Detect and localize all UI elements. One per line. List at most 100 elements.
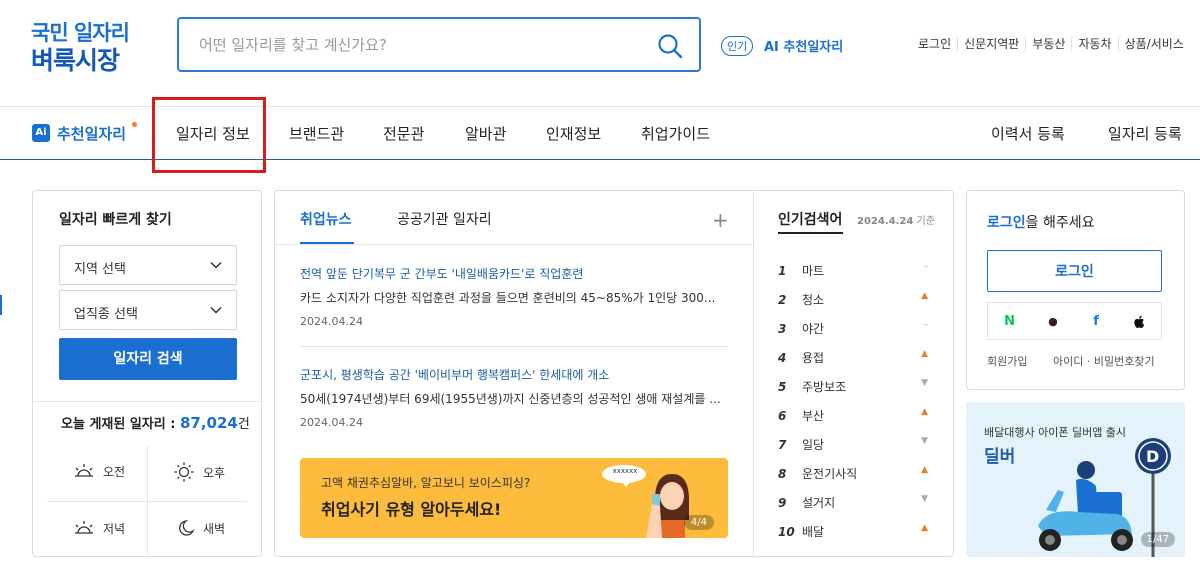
logo-line2[interactable]: 벼룩시장: [31, 41, 120, 77]
chevron-down-icon: [210, 261, 222, 269]
sunrise-icon: [75, 464, 93, 477]
popular-badge: 인기: [721, 36, 754, 56]
nav-professional[interactable]: 전문관: [383, 123, 424, 144]
news-item[interactable]: 군포시, 평생학습 공간 '베이비부머 행복캠퍼스' 한세대에 개소 50세(1…: [300, 366, 730, 429]
today-count-number: 87,024: [179, 414, 238, 432]
search-icon[interactable]: [657, 33, 683, 59]
news-headline[interactable]: 군포시, 평생학습 공간 '베이비부머 행복캠퍼스' 한세대에 개소: [300, 366, 730, 383]
ranking-term[interactable]: 운전기사직: [802, 467, 857, 481]
time-evening-label: 저녁: [103, 521, 126, 536]
ad-page-indicator[interactable]: 1/47: [1140, 532, 1175, 547]
rank-up-icon: ▲: [921, 407, 928, 417]
column-divider: [753, 191, 754, 558]
top-link-login[interactable]: 로그인: [918, 37, 957, 51]
time-evening[interactable]: 저녁: [73, 519, 125, 537]
ranking-term[interactable]: 배달: [802, 525, 824, 539]
ranking-item[interactable]: 7 일당 ▼: [778, 436, 928, 453]
ranking-number: 1: [778, 264, 787, 278]
kakao-login-icon[interactable]: ●: [1031, 303, 1074, 339]
nav-ai-recommend[interactable]: 추천일자리: [57, 123, 126, 144]
search-input[interactable]: [199, 33, 639, 57]
login-prompt-highlight[interactable]: 로그인: [987, 215, 1026, 231]
ranking-term[interactable]: 청소: [802, 293, 824, 307]
nav-brand[interactable]: 브랜드관: [289, 123, 344, 144]
tab-public-jobs[interactable]: 공공기관 일자리: [397, 209, 492, 229]
ranking-item[interactable]: 5 주방보조 ▼: [778, 378, 928, 395]
time-morning-label: 오전: [103, 464, 126, 479]
rank-down-icon: ▼: [921, 494, 928, 504]
news-body: 50세(1974년생)부터 69세(1955년생)까지 신중년층의 성공적인 생…: [300, 392, 721, 406]
ranking-term[interactable]: 야간: [802, 322, 824, 336]
ranking-number: 9: [778, 496, 787, 510]
ranking-item[interactable]: 8 운전기사직 ▲: [778, 465, 928, 482]
top-link-car[interactable]: 자동차: [1071, 37, 1117, 51]
ranking-term[interactable]: 부산: [802, 409, 824, 423]
signup-link[interactable]: 회원가입: [987, 353, 1027, 369]
time-afternoon[interactable]: 오후: [173, 462, 225, 482]
ai-recommend-link[interactable]: AI 추천일자리: [764, 36, 843, 55]
top-link-newspaper[interactable]: 신문지역판: [957, 37, 1025, 51]
search-box[interactable]: [177, 17, 701, 72]
today-count-label: 오늘 게재된 일자리 :: [61, 417, 180, 432]
banner-subtitle: 고액 채권추심알바, 알고보니 보이스피싱?: [321, 476, 531, 490]
nav-parttime[interactable]: 알바관: [465, 123, 506, 144]
ranking-date: 2024.4.24: [857, 216, 914, 227]
ranking-item[interactable]: 1 마트 –: [778, 262, 928, 279]
nav-resume-register[interactable]: 이력서 등록: [991, 123, 1065, 144]
find-account-link[interactable]: 아이디 · 비밀번호찾기: [1053, 353, 1155, 369]
nav-guide[interactable]: 취업가이드: [641, 123, 710, 144]
more-plus-icon[interactable]: +: [712, 208, 729, 232]
jobtype-select-label: 업직종 선택: [74, 307, 138, 322]
facebook-login-icon[interactable]: f: [1075, 303, 1118, 339]
jobtype-select[interactable]: 업직종 선택: [59, 290, 237, 330]
ranking-number: 7: [778, 438, 787, 452]
panel-divider: [33, 401, 263, 402]
popular-search-date: 2024.4.24 기준: [857, 212, 935, 227]
top-link-goods[interactable]: 상품/서비스: [1117, 37, 1190, 51]
highlight-box: [152, 97, 266, 173]
apple-login-icon[interactable]: [1118, 303, 1161, 339]
rank-down-icon: ▼: [921, 378, 928, 388]
login-panel: 로그인을 해주세요 로그인 N ● f 회원가입 아이디 · 비밀번호찾기: [966, 190, 1185, 390]
ranking-item[interactable]: 6 부산 ▲: [778, 407, 928, 424]
ranking-term[interactable]: 마트: [802, 264, 824, 278]
ranking-term[interactable]: 용접: [802, 351, 824, 365]
ranking-date-suffix: 기준: [916, 216, 935, 227]
banner-title: 취업사기 유형 알아두세요!: [321, 500, 502, 519]
chevron-down-icon: [210, 306, 222, 314]
news-headline[interactable]: 전역 앞둔 단기복무 군 간부도 '내일배움카드'로 직업훈련: [300, 265, 730, 282]
top-link-realestate[interactable]: 부동산: [1025, 37, 1071, 51]
ranking-term[interactable]: 주방보조: [802, 380, 846, 394]
ranking-item[interactable]: 9 설거지 ▼: [778, 494, 928, 511]
time-dawn[interactable]: 새벽: [175, 519, 225, 537]
nav-job-register[interactable]: 일자리 등록: [1108, 123, 1182, 144]
rank-same-icon: –: [923, 320, 929, 330]
nav-talent[interactable]: 인재정보: [546, 123, 601, 144]
naver-login-icon[interactable]: N: [988, 303, 1031, 339]
ranking-item[interactable]: 2 청소 ▲: [778, 291, 928, 308]
news-body: 카드 소지자가 다양한 직업훈련 과정을 들으면 훈련비의 45~85%가 1인…: [300, 291, 716, 305]
login-button[interactable]: 로그인: [987, 250, 1162, 292]
banner-page-indicator[interactable]: 4/4: [683, 515, 714, 530]
region-select[interactable]: 지역 선택: [59, 245, 237, 285]
ranking-item[interactable]: 10 배달 ▲: [778, 523, 928, 540]
ranking-term[interactable]: 일당: [802, 438, 824, 452]
ranking-term[interactable]: 설거지: [802, 496, 835, 510]
delivery-app-ad[interactable]: 배달대행사 아이폰 딜버앱 출시 딜버 D 1/47: [966, 402, 1185, 557]
scam-warning-banner[interactable]: 고액 채권추심알바, 알고보니 보이스피싱? 취업사기 유형 알아두세요! xx…: [300, 458, 728, 538]
news-item[interactable]: 전역 앞둔 단기복무 군 간부도 '내일배움카드'로 직업훈련 카드 소지자가 …: [300, 265, 730, 328]
left-edge-marker: [0, 295, 2, 315]
job-search-button[interactable]: 일자리 검색: [59, 338, 237, 380]
tab-job-news[interactable]: 취업뉴스: [300, 209, 352, 229]
ranking-number: 5: [778, 380, 787, 394]
news-panel: 취업뉴스 공공기관 일자리 + 전역 앞둔 단기복무 군 간부도 '내일배움카드…: [274, 190, 954, 558]
ranking-item[interactable]: 3 야간 –: [778, 320, 928, 337]
login-prompt: 로그인을 해주세요: [987, 212, 1095, 232]
apple-icon: [1134, 315, 1145, 329]
new-dot: [132, 122, 137, 127]
speech-bubble-text: xxxxxx: [612, 467, 638, 475]
ranking-item[interactable]: 4 용접 ▲: [778, 349, 928, 366]
tab-divider: [275, 244, 753, 245]
popular-search-underline: [778, 232, 843, 234]
time-morning[interactable]: 오전: [73, 462, 125, 480]
